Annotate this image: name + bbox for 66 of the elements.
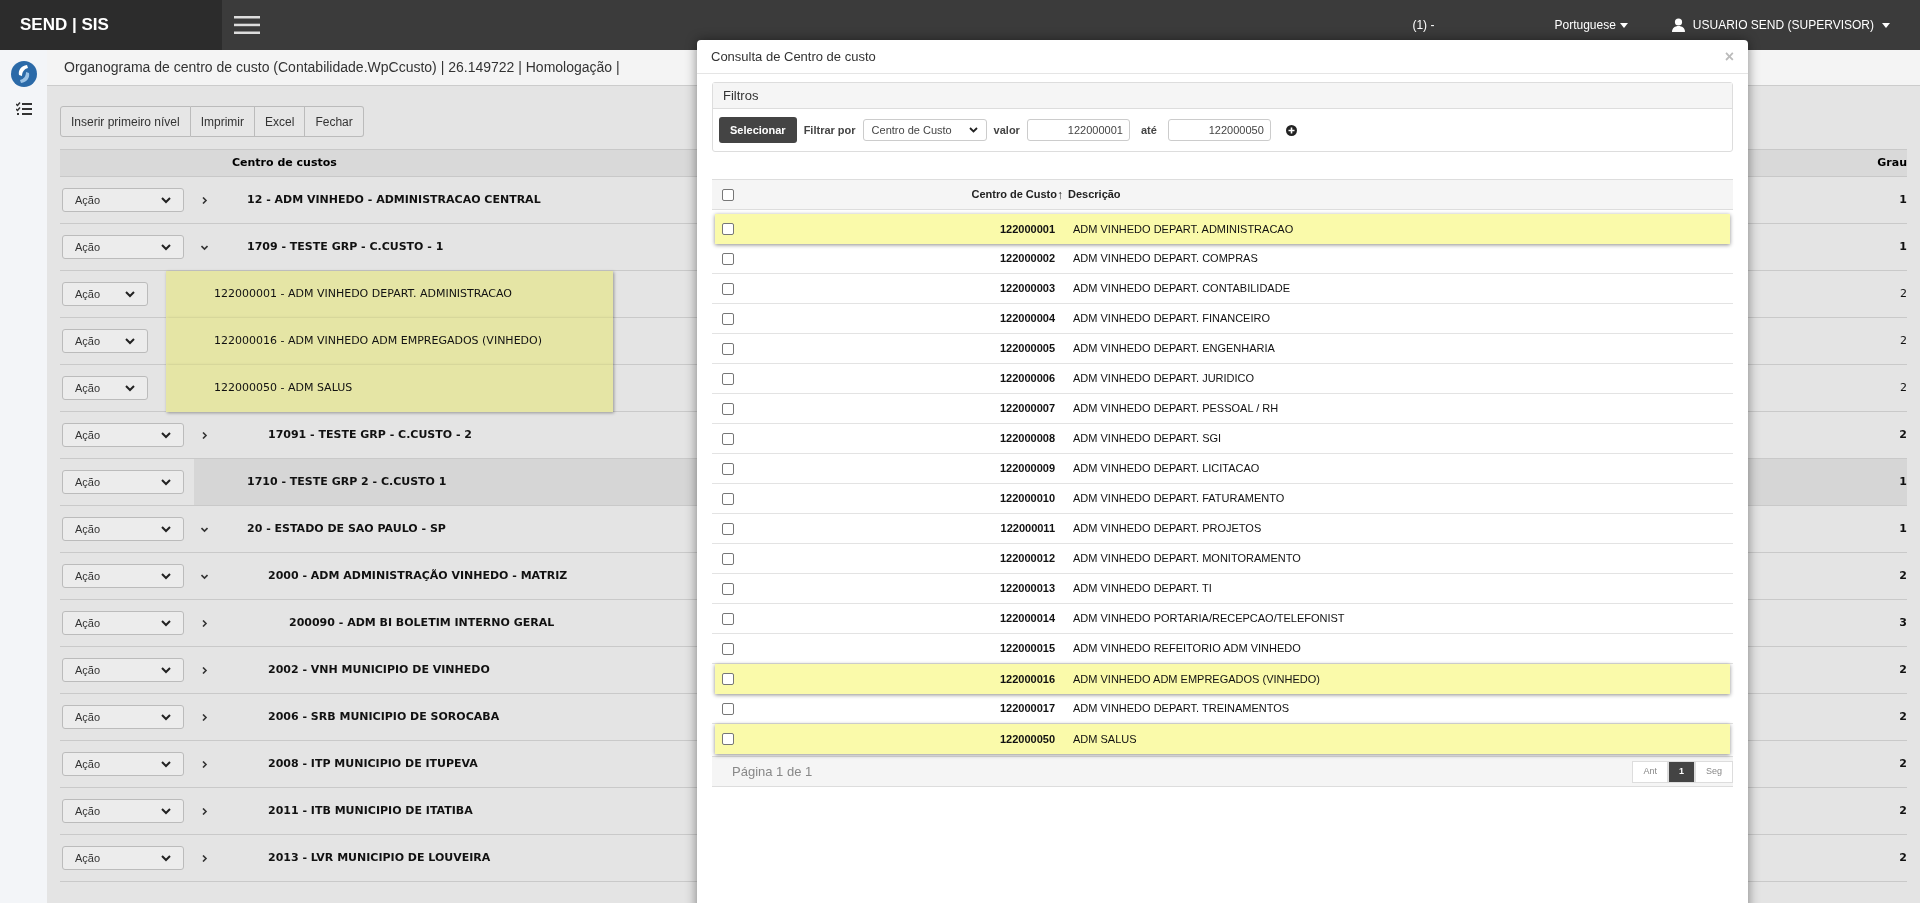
grade-value: 2	[1900, 285, 1907, 302]
grade-value: 1	[1899, 191, 1907, 208]
table-cell-text: ADM VINHEDO DEPART. FINANCEIRO	[1073, 311, 1270, 327]
table-cell-text: 122000006	[999, 371, 1055, 387]
page-title: Organograma de centro de custo (Contabilidade.WpCcusto) | 26.149722 | Homologação |	[64, 58, 620, 77]
grade-value: 2	[1899, 567, 1907, 584]
table-cell-text: 122000016	[999, 671, 1055, 687]
table-cell-text: 122000015	[999, 641, 1055, 657]
grade-value: 2	[1899, 802, 1907, 819]
panel-title: Filtros	[723, 86, 759, 105]
grade-value: 2	[1899, 708, 1907, 725]
table-cell-text: 122000003	[999, 281, 1055, 297]
table-cell-text: 122000012	[999, 551, 1055, 567]
table-cell-text: 122000013	[999, 581, 1055, 597]
table-cell-text: ADM VINHEDO DEPART. PROJETOS	[1073, 521, 1262, 537]
page-info: Página 1 de 1	[732, 762, 813, 781]
table-cell-text: 122000002	[999, 251, 1055, 267]
grade-value: 1	[1899, 473, 1907, 490]
table-cell-text: ADM VINHEDO DEPART. MONITORAMENTO	[1073, 551, 1301, 567]
sort-arrow: ↑	[1057, 186, 1063, 204]
filter-label: Filtrar por	[803, 122, 856, 138]
column-header: Descrição	[1068, 187, 1121, 203]
table-cell-text: ADM VINHEDO DEPART. CONTABILIDADE	[1073, 281, 1290, 297]
table-cell-text: 122000004	[999, 311, 1055, 327]
table-cell-text: ADM VINHEDO DEPART. FATURAMENTO	[1073, 491, 1285, 507]
column-header: Grau	[1877, 154, 1907, 171]
table-cell-text: 122000017	[999, 701, 1055, 717]
grade-value: 1	[1899, 520, 1907, 537]
table-cell-text: ADM VINHEDO REFEITORIO ADM VINHEDO	[1073, 641, 1301, 657]
table-cell-text: 122000001	[999, 221, 1055, 237]
table-cell-text: ADM SALUS	[1073, 731, 1137, 747]
grade-value: 1	[1899, 238, 1907, 255]
modal-title: Consulta de Centro de custo	[711, 47, 876, 66]
notification-text: (1) -	[1412, 17, 1435, 34]
grade-value: 2	[1900, 332, 1907, 349]
grade-value: 2	[1899, 661, 1907, 678]
grade-value: 3	[1899, 614, 1907, 631]
table-cell-text: ADM VINHEDO DEPART. JURIDICO	[1073, 371, 1255, 387]
table-cell-text: ADM VINHEDO DEPART. ENGENHARIA	[1073, 341, 1275, 357]
table-cell-text: ADM VINHEDO DEPART. TI	[1073, 581, 1212, 597]
until-label: até	[1140, 122, 1157, 138]
table-cell-text: ADM VINHEDO DEPART. ADMINISTRACAO	[1073, 221, 1294, 237]
table-cell-text: ADM VINHEDO PORTARIA/RECEPCAO/TELEFONIST	[1073, 611, 1345, 627]
table-cell-text: ADM VINHEDO DEPART. LICITACAO	[1073, 461, 1260, 477]
table-cell-text: 122000010	[999, 491, 1055, 507]
table-cell-text: 122000011	[1000, 521, 1055, 537]
grade-value: 2	[1899, 426, 1907, 443]
grade-value: 2	[1899, 755, 1907, 772]
table-cell-text: ADM VINHEDO DEPART. SGI	[1073, 431, 1222, 447]
table-cell-text: 122000050	[999, 731, 1055, 747]
table-cell-text: 122000014	[999, 611, 1055, 627]
table-cell-text: 122000007	[999, 401, 1055, 417]
grade-value: 2	[1900, 379, 1907, 396]
highlighted-cell: 122000001 - ADM VINHEDO DEPART. ADMINISTRACAO	[166, 270, 613, 318]
table-cell-text: 122000005	[999, 341, 1055, 357]
table-cell-text: ADM VINHEDO DEPART. TREINAMENTOS	[1073, 701, 1290, 717]
highlighted-cell: 122000016 - ADM VINHEDO ADM EMPREGADOS (VINHEDO)	[166, 317, 613, 365]
highlighted-cell: 122000050 - ADM SALUS	[166, 364, 613, 412]
grade-value: 2	[1899, 849, 1907, 866]
value-label: valor	[993, 122, 1020, 138]
table-cell-text: 122000009	[999, 461, 1055, 477]
table-cell-text: ADM VINHEDO ADM EMPREGADOS (VINHEDO)	[1073, 671, 1320, 687]
table-cell-text: ADM VINHEDO DEPART. PESSOAL / RH	[1073, 401, 1279, 417]
table-cell-text: ADM VINHEDO DEPART. COMPRAS	[1073, 251, 1258, 267]
column-header: Centro de custos	[232, 154, 337, 171]
table-cell-text: 122000008	[999, 431, 1055, 447]
